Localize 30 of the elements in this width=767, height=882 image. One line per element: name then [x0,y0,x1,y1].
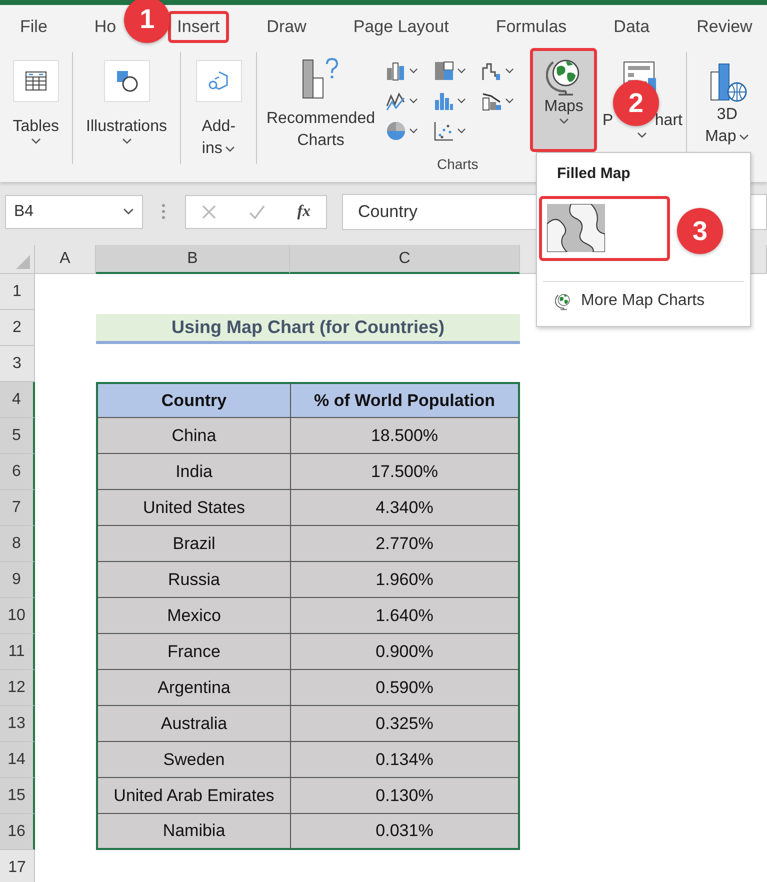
column-heading: % of World Population [290,382,520,418]
table-cell: Mexico [96,598,290,634]
table-cell: 0.590% [290,670,520,706]
table-cell: Argentina [96,670,290,706]
table-cell: 1.640% [290,598,520,634]
table-cell: China [96,418,290,454]
table-cell: 0.900% [290,634,520,670]
table-cell: 0.031% [290,814,520,850]
table-cell: Brazil [96,526,290,562]
table-cell: Namibia [96,814,290,850]
column-heading: Country [96,382,290,418]
table-cell: 2.770% [290,526,520,562]
table-cell: 0.130% [290,778,520,814]
table-cell: India [96,454,290,490]
table-cell: 17.500% [290,454,520,490]
group-label: Charts [437,156,478,172]
sheet-title: Using Map Chart (for Countries) [96,314,520,344]
menu-heading: Filled Map [557,165,632,182]
table-cell: Russia [96,562,290,598]
table-cell: Sweden [96,742,290,778]
table-cell: 18.500% [290,418,520,454]
table-cell: Australia [96,706,290,742]
table-cell: United Arab Emirates [96,778,290,814]
table-cell: 0.134% [290,742,520,778]
step-badge: 1 [124,0,170,42]
table-cell: 1.960% [290,562,520,598]
table-cell: France [96,634,290,670]
table-cell: United States [96,490,290,526]
table-cell: 0.325% [290,706,520,742]
table-cell: 4.340% [290,490,520,526]
